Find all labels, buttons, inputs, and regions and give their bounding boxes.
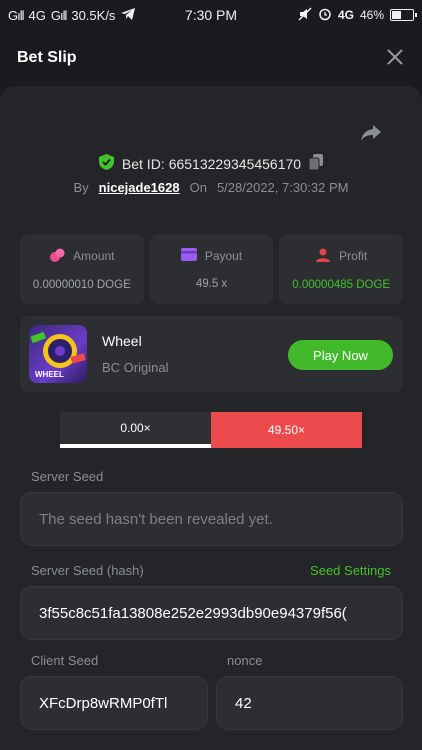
game-thumbnail[interactable]: WHEEL	[29, 325, 87, 383]
server-seed-field[interactable]: The seed hasn't been revealed yet.	[20, 492, 403, 546]
seed-settings-link[interactable]: Seed Settings	[310, 563, 391, 578]
alarm-icon	[318, 7, 332, 24]
status-bar: Gıll 4G Gıll 30.5K/s 7:30 PM 4G 46%	[0, 0, 422, 30]
bet-slip-header: Bet Slip	[0, 30, 422, 85]
nonce-label: nonce	[227, 653, 263, 668]
stat-profit: Profit 0.00000485 DOGE	[279, 234, 404, 304]
bet-timestamp: 5/28/2022, 7:30:32 PM	[216, 180, 349, 195]
profit-user-icon	[315, 248, 331, 265]
stat-amount-label: Amount	[73, 249, 115, 263]
result-multipliers: 0.00× 49.50×	[60, 412, 362, 448]
client-seed-label: Client Seed	[31, 653, 99, 668]
stat-profit-value: 0.00000485 DOGE	[292, 278, 391, 291]
on-label: On	[189, 180, 207, 195]
bet-byline: By nicejade1628 On 5/28/2022, 7:30:32 PM	[0, 180, 422, 195]
multiplier-loss: 0.00×	[60, 412, 211, 448]
play-now-button[interactable]: Play Now	[288, 340, 393, 370]
mute-icon	[298, 6, 312, 24]
copy-icon[interactable]	[308, 154, 324, 173]
multiplier-target: 49.50×	[211, 412, 362, 448]
share-icon[interactable]	[360, 124, 382, 142]
game-provider: BC Original	[102, 360, 169, 375]
by-label: By	[73, 180, 89, 195]
server-seed-hash-label: Server Seed (hash)	[31, 563, 144, 578]
stat-payout-label: Payout	[204, 249, 243, 263]
client-seed-field[interactable]: XFcDrp8wRMP0fTl	[20, 676, 208, 730]
network-type-2: 4G	[337, 8, 354, 22]
stat-amount-value: 0.00000010 DOGE	[32, 278, 131, 291]
game-card: WHEEL Wheel BC Original Play Now	[20, 316, 403, 392]
bet-id-label: Bet ID:	[121, 155, 165, 172]
bet-id-value: 66513229345456170	[168, 155, 302, 172]
server-seed-label: Server Seed	[31, 469, 104, 484]
battery-percent: 46%	[359, 8, 384, 22]
battery-icon	[390, 9, 417, 21]
game-thumb-text: WHEEL	[35, 370, 64, 379]
wallet-icon	[180, 248, 197, 264]
bet-stats: Amount 0.00000010 DOGE Payout 49.5 x Pro…	[20, 234, 404, 304]
username-link[interactable]: nicejade1628	[99, 180, 180, 195]
page-title: Bet Slip	[17, 48, 77, 66]
bet-id-row: Bet ID: 66513229345456170	[0, 154, 422, 173]
close-icon[interactable]	[386, 48, 404, 66]
stat-payout: Payout 49.5 x	[149, 234, 274, 304]
stat-payout-value: 49.5 x	[195, 278, 228, 290]
coins-icon	[49, 248, 65, 265]
game-name: Wheel	[102, 333, 142, 349]
stat-profit-label: Profit	[339, 249, 368, 263]
server-seed-hash-field[interactable]: 3f55c8c51fa13808e252e2993db90e94379f56(	[20, 586, 403, 640]
stat-amount: Amount 0.00000010 DOGE	[20, 234, 144, 304]
verified-shield-icon	[98, 154, 114, 173]
nonce-field[interactable]: 42	[216, 676, 403, 730]
